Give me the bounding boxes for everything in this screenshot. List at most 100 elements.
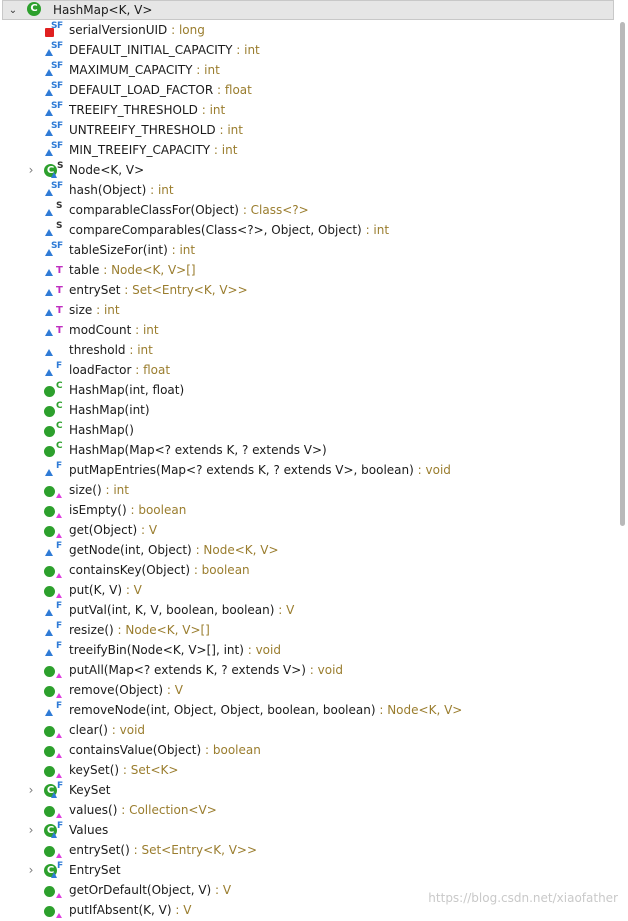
member-type: : int bbox=[167, 243, 196, 257]
member-name: DEFAULT_INITIAL_CAPACITY bbox=[69, 43, 233, 57]
tree-item[interactable]: isEmpty() : boolean bbox=[0, 500, 620, 520]
chevron-right-icon[interactable]: › bbox=[24, 860, 38, 880]
final-member-icon: F bbox=[44, 361, 64, 378]
tree-item[interactable]: › C F KeySet bbox=[0, 780, 620, 800]
tree-item[interactable]: › C F EntrySet bbox=[0, 860, 620, 880]
tree-item[interactable]: put(K, V) : V bbox=[0, 580, 620, 600]
tree-item[interactable]: › C S Node<K, V> bbox=[0, 160, 620, 180]
tree-item[interactable]: › C F Values bbox=[0, 820, 620, 840]
member-type: : int bbox=[92, 303, 120, 317]
member-type: : void bbox=[413, 463, 451, 477]
chevron-right-icon[interactable]: › bbox=[24, 820, 38, 840]
tree-item[interactable]: containsValue(Object) : boolean bbox=[0, 740, 620, 760]
tree-item[interactable]: clear() : void bbox=[0, 720, 620, 740]
constructor-icon: C bbox=[44, 441, 64, 458]
tree-item-text: HashMap(int, float) bbox=[69, 380, 184, 400]
tree-item[interactable]: FputMapEntries(Map<? extends K, ? extend… bbox=[0, 460, 620, 480]
tree-item-text: tableSizeFor(int) : int bbox=[69, 240, 195, 260]
tree-item[interactable]: TentrySet : Set<Entry<K, V>> bbox=[0, 280, 620, 300]
member-type: : float bbox=[213, 83, 252, 97]
member-name: remove(Object) bbox=[69, 683, 164, 697]
tree-item[interactable]: ScomparableClassFor(Object) : Class<?> bbox=[0, 200, 620, 220]
member-name: UNTREEIFY_THRESHOLD bbox=[69, 123, 216, 137]
static-final-field-icon: SF bbox=[44, 241, 64, 258]
tree-item[interactable]: SF MIN_TREEIFY_CAPACITY : int bbox=[0, 140, 620, 160]
vertical-scrollbar[interactable] bbox=[620, 22, 625, 526]
member-type: : V bbox=[274, 603, 295, 617]
tree-item[interactable]: C HashMap(Map<? extends K, ? extends V>) bbox=[0, 440, 620, 460]
member-type: : int bbox=[192, 63, 220, 77]
tree-item[interactable]: SF tableSizeFor(int) : int bbox=[0, 240, 620, 260]
tree-item[interactable]: SF UNTREEIFY_THRESHOLD : int bbox=[0, 120, 620, 140]
tree-item[interactable]: SF hash(Object) : int bbox=[0, 180, 620, 200]
member-type: : int bbox=[197, 103, 226, 117]
chevron-right-icon[interactable]: › bbox=[24, 160, 38, 180]
member-name: clear() bbox=[69, 723, 108, 737]
tree-item[interactable]: containsKey(Object) : boolean bbox=[0, 560, 620, 580]
tree-item[interactable]: get(Object) : V bbox=[0, 520, 620, 540]
tree-item[interactable]: FputVal(int, K, V, boolean, boolean) : V bbox=[0, 600, 620, 620]
transient-field-icon: T bbox=[44, 282, 64, 298]
tree-item-text: getNode(int, Object) : Node<K, V> bbox=[69, 540, 279, 560]
member-name: HashMap(int) bbox=[69, 403, 150, 417]
tree-root-row[interactable]: ⌄ C HashMap<K, V> bbox=[2, 0, 614, 20]
final-member-icon: F bbox=[44, 541, 64, 558]
public-method-icon bbox=[44, 882, 64, 898]
tree-item[interactable]: ScompareComparables(Class<?>, Object, Ob… bbox=[0, 220, 620, 240]
tree-item[interactable]: size() : int bbox=[0, 480, 620, 500]
tree-item[interactable]: SF DEFAULT_INITIAL_CAPACITY : int bbox=[0, 40, 620, 60]
tree-item-text: remove(Object) : V bbox=[69, 680, 183, 700]
tree-item[interactable]: FremoveNode(int, Object, Object, boolean… bbox=[0, 700, 620, 720]
chevron-down-icon[interactable]: ⌄ bbox=[3, 5, 23, 16]
member-name: tableSizeFor(int) bbox=[69, 243, 168, 257]
tree-item[interactable]: remove(Object) : V bbox=[0, 680, 620, 700]
final-member-icon: F bbox=[44, 621, 64, 638]
member-name: size bbox=[69, 303, 93, 317]
tree-item-text: size : int bbox=[69, 300, 120, 320]
member-name: Values bbox=[69, 823, 109, 837]
tree-item-text: MAXIMUM_CAPACITY : int bbox=[69, 60, 220, 80]
static-final-field-icon: SF bbox=[44, 101, 64, 118]
tree-item-text: DEFAULT_LOAD_FACTOR : float bbox=[69, 80, 252, 100]
member-name: DEFAULT_LOAD_FACTOR bbox=[69, 83, 214, 97]
tree-item-text: putVal(int, K, V, boolean, boolean) : V bbox=[69, 600, 294, 620]
member-name: MIN_TREEIFY_CAPACITY bbox=[69, 143, 211, 157]
tree-item-text: serialVersionUID : long bbox=[69, 20, 205, 40]
member-type: : Node<K, V>[] bbox=[99, 263, 196, 277]
tree-item[interactable]: threshold : int bbox=[0, 340, 620, 360]
public-method-icon bbox=[44, 762, 64, 778]
tree-item[interactable]: Ttable : Node<K, V>[] bbox=[0, 260, 620, 280]
tree-item[interactable]: SF TREEIFY_THRESHOLD : int bbox=[0, 100, 620, 120]
tree-item[interactable]: Tsize : int bbox=[0, 300, 620, 320]
final-member-icon: F bbox=[44, 601, 64, 618]
tree-item[interactable]: entrySet() : Set<Entry<K, V>> bbox=[0, 840, 620, 860]
watermark-text: https://blog.csdn.net/xiaofather bbox=[428, 891, 618, 905]
member-name: get(Object) bbox=[69, 523, 138, 537]
tree-item[interactable]: FgetNode(int, Object) : Node<K, V> bbox=[0, 540, 620, 560]
tree-item[interactable]: Fresize() : Node<K, V>[] bbox=[0, 620, 620, 640]
tree-item[interactable]: FtreeifyBin(Node<K, V>[], int) : void bbox=[0, 640, 620, 660]
tree-item[interactable]: values() : Collection<V> bbox=[0, 800, 620, 820]
tree-item[interactable]: putAll(Map<? extends K, ? extends V>) : … bbox=[0, 660, 620, 680]
tree-item[interactable]: FloadFactor : float bbox=[0, 360, 620, 380]
tree-item[interactable]: SF DEFAULT_LOAD_FACTOR : float bbox=[0, 80, 620, 100]
tree-item[interactable]: C HashMap(int, float) bbox=[0, 380, 620, 400]
tree-item[interactable]: SF MAXIMUM_CAPACITY : int bbox=[0, 60, 620, 80]
tree-item-text: putIfAbsent(K, V) : V bbox=[69, 900, 191, 920]
private-static-final-field-icon: SF bbox=[44, 21, 64, 38]
member-type: : V bbox=[163, 683, 183, 697]
member-type: : long bbox=[167, 23, 205, 37]
static-inner-class-icon: CS bbox=[44, 161, 64, 178]
tree-item-text: putMapEntries(Map<? extends K, ? extends… bbox=[69, 460, 451, 480]
tree-item[interactable]: SF serialVersionUID : long bbox=[0, 20, 620, 40]
tree-item[interactable]: C HashMap(int) bbox=[0, 400, 620, 420]
member-type: : Set<Entry<K, V>> bbox=[129, 843, 258, 857]
tree-item-text: removeNode(int, Object, Object, boolean,… bbox=[69, 700, 462, 720]
tree-item[interactable]: TmodCount : int bbox=[0, 320, 620, 340]
member-name: KeySet bbox=[69, 783, 111, 797]
member-name: putMapEntries(Map<? extends K, ? extends… bbox=[69, 463, 414, 477]
tree-item[interactable]: C HashMap() bbox=[0, 420, 620, 440]
tree-item[interactable]: keySet() : Set<K> bbox=[0, 760, 620, 780]
member-name: HashMap() bbox=[69, 423, 134, 437]
chevron-right-icon[interactable]: › bbox=[24, 780, 38, 800]
